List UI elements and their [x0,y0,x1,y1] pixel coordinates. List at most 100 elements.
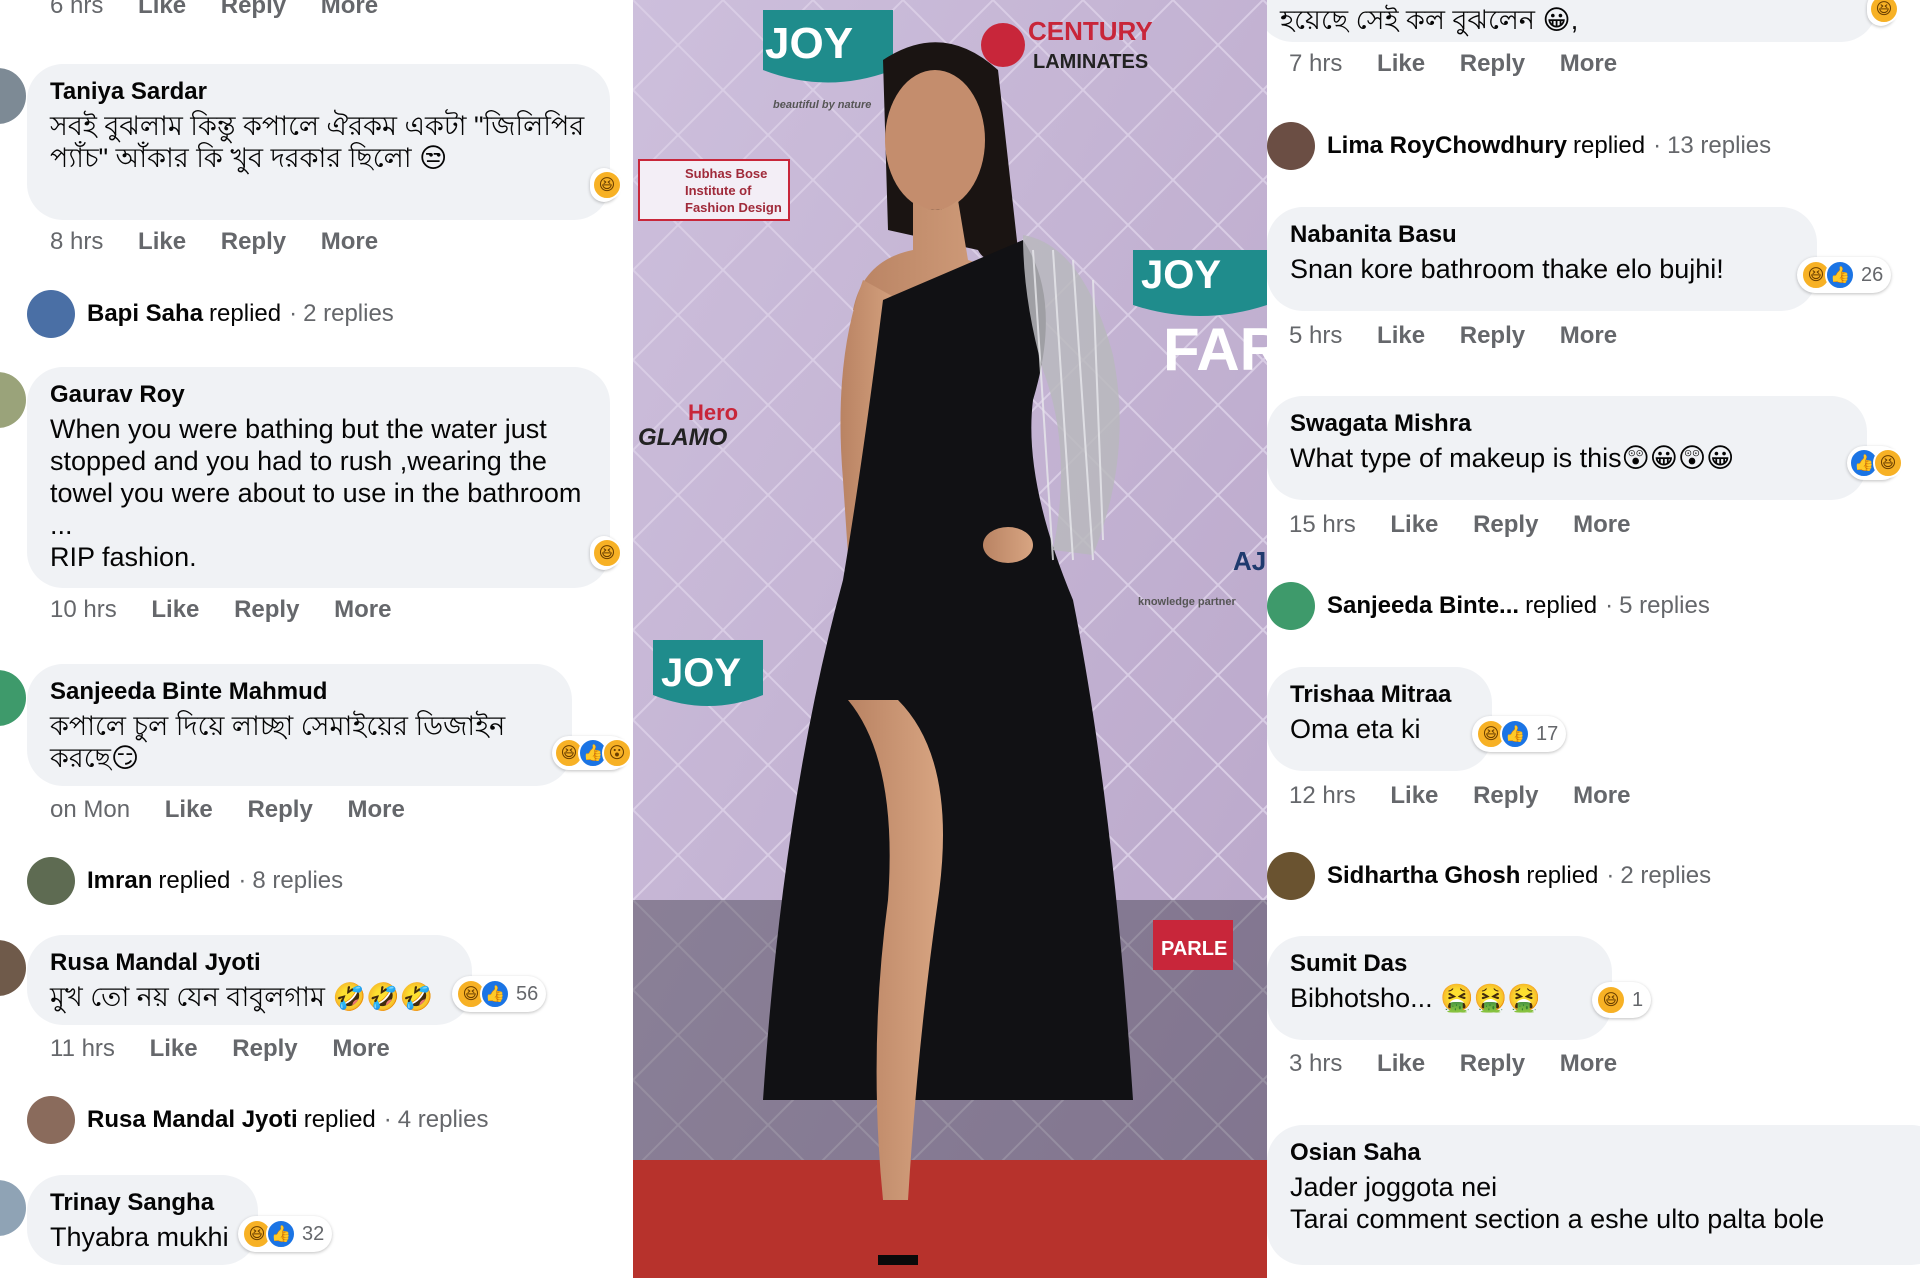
backdrop-text: Fashion Design [685,200,782,215]
avatar[interactable] [0,68,26,124]
replies-row[interactable]: Sidhartha Ghosh replied · 2 replies [1267,852,1711,900]
replies-row[interactable]: Lima RoyChowdhury replied · 13 replies [1267,122,1771,170]
comment-text: Oma eta ki [1290,714,1421,744]
comment-text: মুখ তো নয় যেন বাবুলগাম 🤣🤣🤣 [50,982,434,1012]
haha-reaction-icon: 😆 [592,170,622,200]
haha-reaction-icon: 😆 [1869,0,1899,24]
reaction-summary[interactable]: 😆 [590,536,622,570]
avatar[interactable] [0,940,26,996]
view-replies-link[interactable]: 2 replies [1620,862,1711,890]
comment-meta: 15 hrs Like Reply More [1289,511,1631,538]
reply-button[interactable]: Reply [1460,50,1525,77]
more-button[interactable]: More [334,596,391,623]
more-button[interactable]: More [1573,782,1630,809]
reply-button[interactable]: Reply [232,1035,297,1062]
view-replies-link[interactable]: 4 replies [398,1106,489,1134]
reply-button[interactable]: Reply [1473,511,1538,538]
avatar[interactable] [0,1180,26,1236]
comment-bubble: Sumit Das Bibhotsho... 🤮🤮🤮 [1267,936,1612,1040]
view-replies-link[interactable]: 2 replies [303,300,394,328]
more-button[interactable]: More [1560,322,1617,349]
replies-row[interactable]: Sanjeeda Binte... replied · 5 replies [1267,582,1710,630]
like-button[interactable]: Like [165,796,213,823]
view-replies-link[interactable]: 8 replies [252,867,343,895]
replies-row[interactable]: Imran replied · 8 replies [27,857,343,905]
comment-author[interactable]: Swagata Mishra [1290,410,1843,438]
like-button[interactable]: Like [138,0,186,19]
reaction-summary[interactable]: 😆 1 [1592,982,1652,1018]
comment-meta: 11 hrs Like Reply More [50,1035,390,1062]
reply-button[interactable]: Reply [221,0,286,19]
more-button[interactable]: More [1573,511,1630,538]
like-button[interactable]: Like [1377,322,1425,349]
avatar [27,857,75,905]
more-button[interactable]: More [1560,50,1617,77]
reaction-summary[interactable]: 😆 👍 17 [1472,716,1567,752]
reaction-count: 26 [1861,263,1884,286]
reply-button[interactable]: Reply [234,596,299,623]
like-button[interactable]: Like [1390,511,1438,538]
backdrop-text: Hero [688,400,738,425]
backdrop-text: PARLE [1161,938,1227,960]
more-button[interactable]: More [321,0,378,19]
haha-reaction-icon: 😆 [1873,448,1903,478]
comment-text: সবই বুঝলাম কিন্তু কপালে ঐরকম একটা "জিলিপ… [50,111,585,173]
comment-text: Jader joggota nei Tarai comment section … [1290,1172,1825,1234]
reaction-count: 1 [1632,988,1644,1011]
comment-author[interactable]: Taniya Sardar [50,78,586,106]
comment-author[interactable]: Sanjeeda Binte Mahmud [50,678,548,706]
like-button[interactable]: Like [138,228,186,255]
like-button[interactable]: Like [150,1035,198,1062]
reply-button[interactable]: Reply [247,796,312,823]
comment-meta: 8 hrs Like Reply More [50,228,379,255]
view-replies-link[interactable]: 13 replies [1667,132,1771,160]
like-button[interactable]: Like [1377,50,1425,77]
view-replies-link[interactable]: 5 replies [1619,592,1710,620]
comment-author[interactable]: Trinay Sangha [50,1189,234,1217]
comment-author[interactable]: Rusa Mandal Jyoti [50,949,448,977]
comment-meta: 5 hrs Like Reply More [1289,322,1618,349]
comment-bubble: হয়েছে সেই কল বুঝলেন 😀, [1267,0,1877,42]
comment-author[interactable]: Osian Saha [1290,1139,1920,1167]
reaction-summary[interactable]: 😆 [590,168,622,202]
avatar [27,290,75,338]
comment-bubble: Osian Saha Jader joggota nei Tarai comme… [1267,1125,1920,1265]
avatar [1267,122,1315,170]
replies-row[interactable]: Bapi Saha replied · 2 replies [27,290,394,338]
backdrop-text: GLAMO [638,424,728,451]
comment-meta: 7 hrs Like Reply More [1289,50,1618,77]
more-button[interactable]: More [332,1035,389,1062]
like-button[interactable]: Like [1390,782,1438,809]
reaction-summary[interactable]: 👍 😆 [1847,446,1903,480]
like-button[interactable]: Like [151,596,199,623]
comment-text: Thyabra mukhi [50,1222,229,1252]
right-comments-panel: হয়েছে সেই কল বুঝলেন 😀, 😆 7 hrs Like Rep… [1267,0,1920,1280]
comment-text: কপালে চুল দিয়ে লাচ্ছা সেমাইয়ের ডিজাইন … [50,711,506,773]
reaction-summary[interactable]: 😆 👍 26 [1797,257,1892,293]
like-button[interactable]: Like [1377,1050,1425,1077]
avatar[interactable] [0,372,26,428]
like-reaction-icon: 👍 [1825,260,1855,290]
reply-button[interactable]: Reply [221,228,286,255]
more-button[interactable]: More [347,796,404,823]
avatar[interactable] [0,670,26,726]
replies-row[interactable]: Rusa Mandal Jyoti replied · 4 replies [27,1096,488,1144]
comment-author[interactable]: Gaurav Roy [50,381,586,409]
reply-button[interactable]: Reply [1473,782,1538,809]
comment-author[interactable]: Trishaa Mitraa [1290,681,1468,709]
reaction-summary[interactable]: 😆 👍 56 [452,976,547,1012]
reaction-summary[interactable]: 😆 👍 32 [238,1216,333,1252]
reply-button[interactable]: Reply [1460,322,1525,349]
reaction-summary[interactable]: 😆 [1867,0,1899,26]
more-button[interactable]: More [1560,1050,1617,1077]
avatar [1267,582,1315,630]
comment-author[interactable]: Sumit Das [1290,950,1588,978]
more-button[interactable]: More [321,228,378,255]
avatar [27,1096,75,1144]
reply-button[interactable]: Reply [1460,1050,1525,1077]
backdrop-text: CENTURY [1028,16,1153,46]
comment-author[interactable]: Nabanita Basu [1290,221,1793,249]
comment-bubble: Trinay Sangha Thyabra mukhi [27,1175,258,1265]
reaction-summary[interactable]: 😆 👍 😮 [552,736,632,770]
backdrop-text: JOY [661,651,741,695]
